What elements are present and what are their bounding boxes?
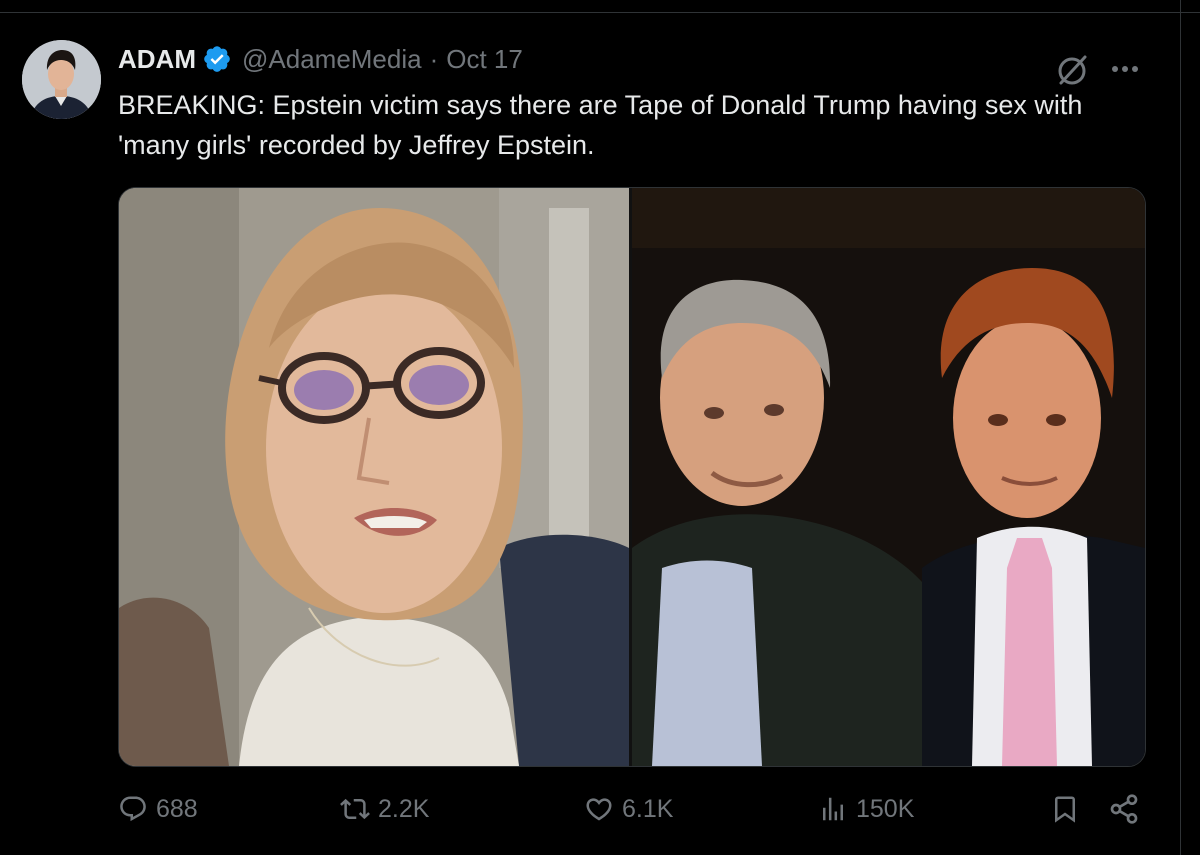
views-count: 150K <box>856 794 915 823</box>
tweet-header: ADAM @AdameMedia · Oct 17 <box>118 41 523 77</box>
tweet-actions: 688 2.2K 6.1K 150K <box>118 787 1148 831</box>
views-button[interactable]: 150K <box>818 787 914 831</box>
repost-button[interactable]: 2.2K <box>340 787 429 831</box>
author-handle[interactable]: @AdameMedia <box>242 44 422 75</box>
grok-icon[interactable] <box>1056 53 1090 87</box>
reply-icon <box>120 796 146 822</box>
reply-button[interactable]: 688 <box>118 787 198 831</box>
media-photo-woman[interactable] <box>119 188 629 766</box>
heart-icon <box>586 798 612 821</box>
analytics-icon <box>823 797 843 821</box>
like-count: 6.1K <box>622 794 674 823</box>
tweet[interactable]: ADAM @AdameMedia · Oct 17 BREAKING: Epst… <box>0 13 1180 855</box>
like-button[interactable]: 6.1K <box>584 787 673 831</box>
author-display-name[interactable]: ADAM <box>118 44 196 75</box>
repost-icon <box>340 798 370 820</box>
repost-count: 2.2K <box>378 794 430 823</box>
avatar[interactable] <box>22 40 101 119</box>
bookmark-icon <box>1055 796 1075 823</box>
media-photo-two-men[interactable] <box>632 188 1145 766</box>
header-separator: · <box>429 43 439 74</box>
reply-count: 688 <box>156 794 198 823</box>
bookmark-button[interactable] <box>1050 787 1088 831</box>
tweet-date[interactable]: Oct 17 <box>446 44 523 75</box>
share-button[interactable] <box>1108 787 1148 831</box>
side-divider <box>1180 0 1181 855</box>
tweet-text: BREAKING: Epstein victim says there are … <box>118 90 1083 160</box>
tweet-media[interactable] <box>118 187 1146 767</box>
share-icon <box>1110 794 1138 824</box>
more-icon[interactable] <box>1108 59 1142 79</box>
verified-badge-icon[interactable] <box>202 44 232 74</box>
